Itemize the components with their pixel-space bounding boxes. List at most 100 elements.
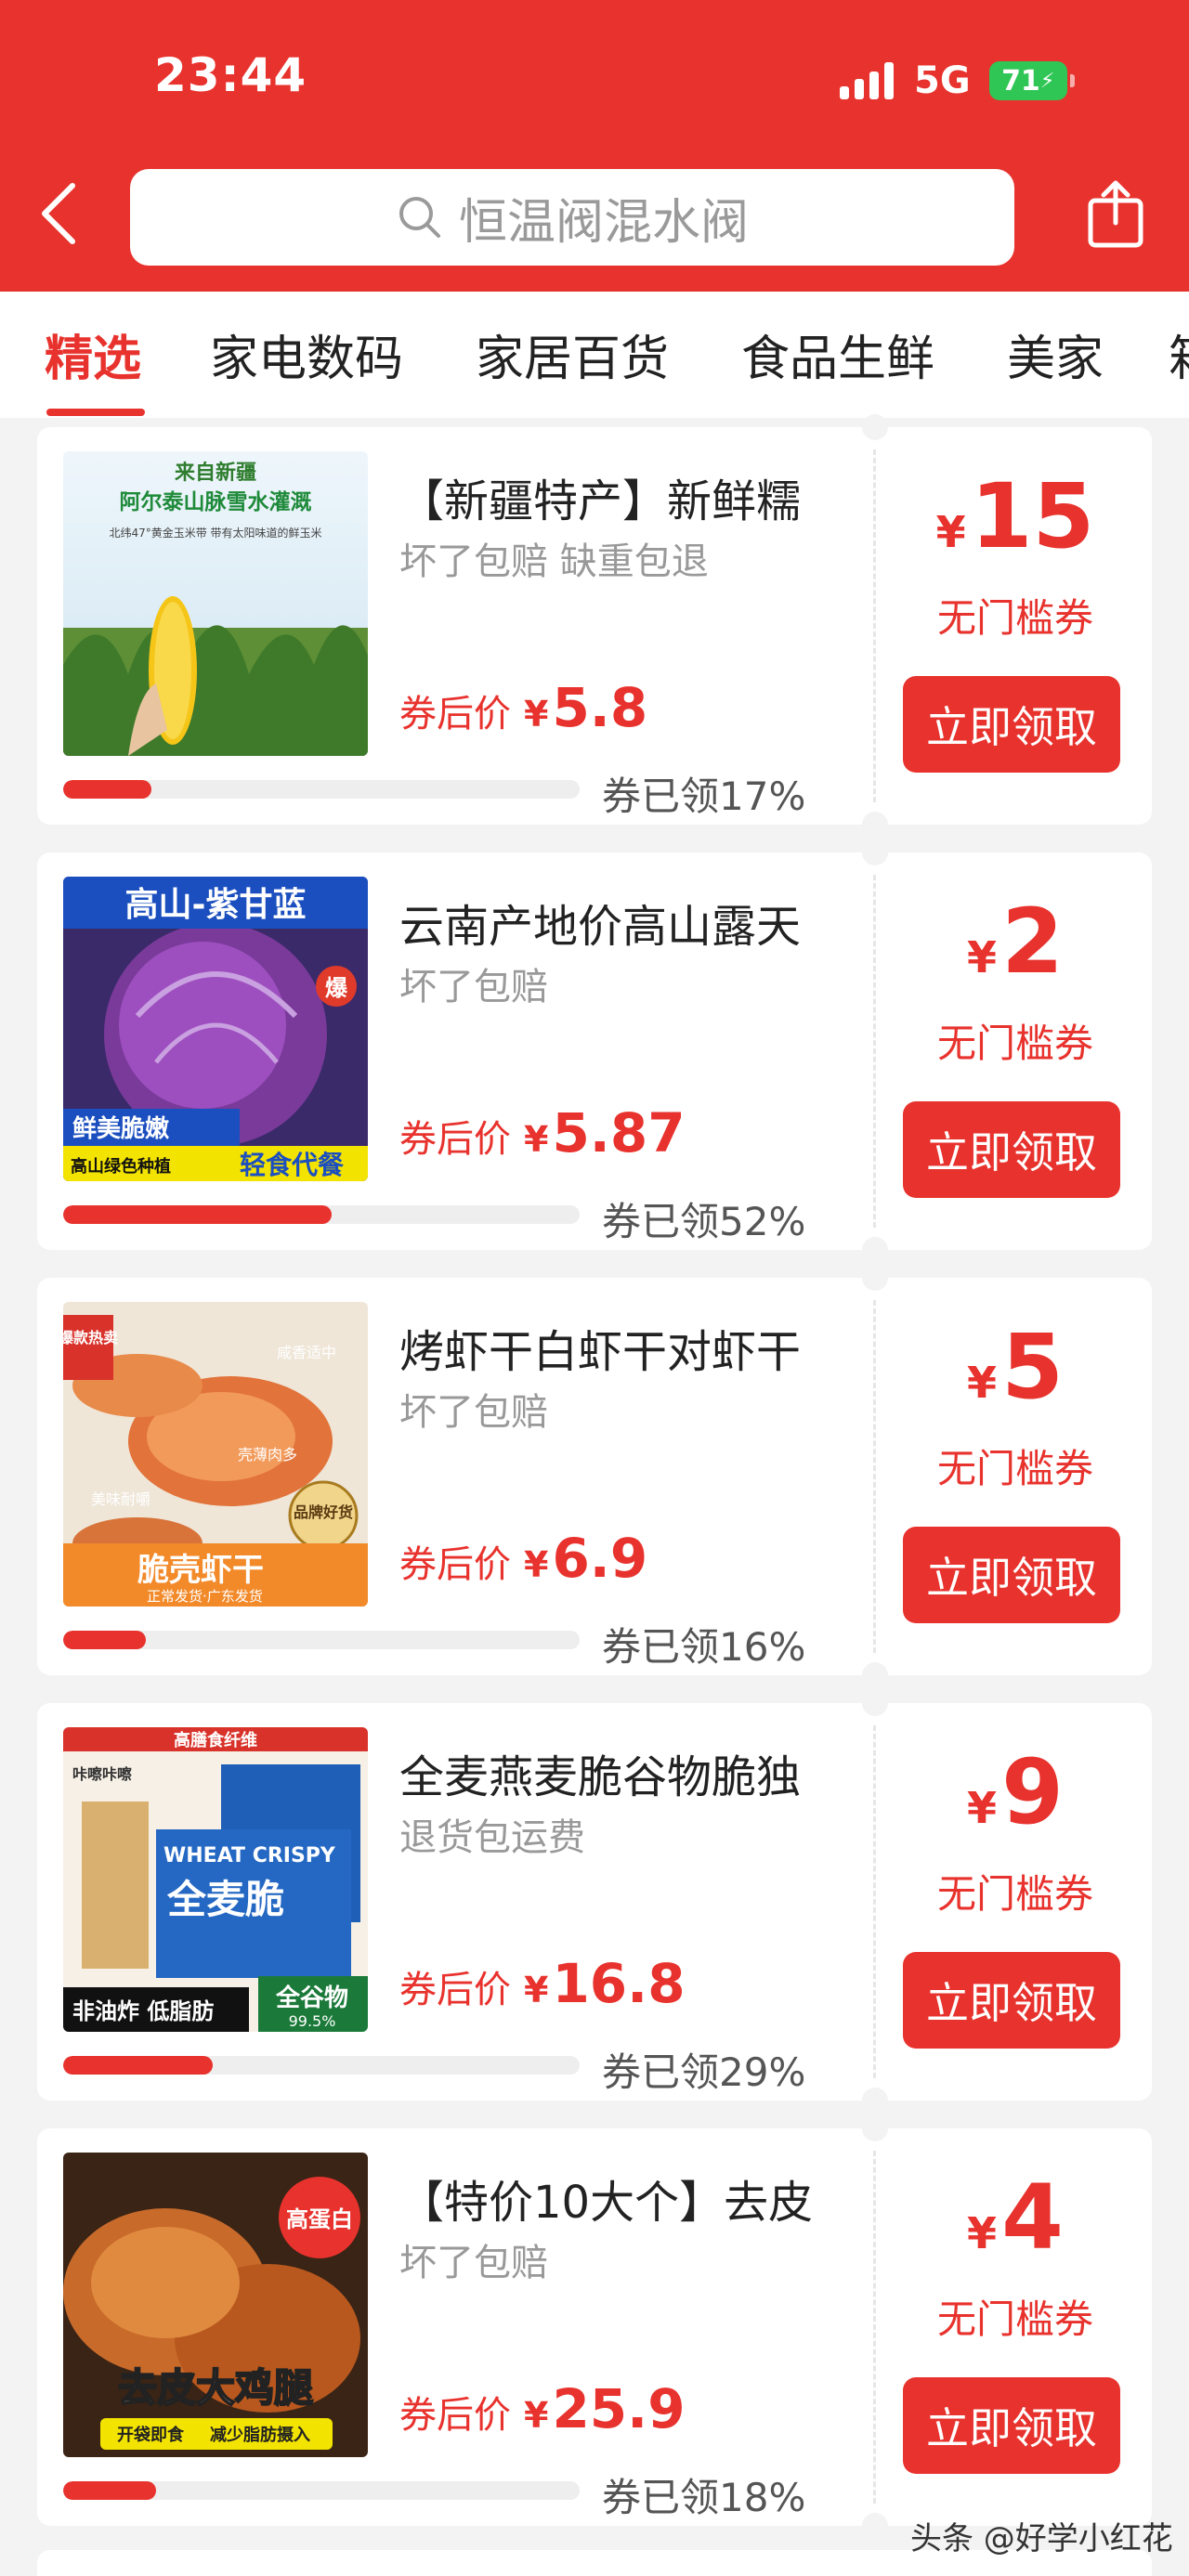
product-card[interactable]: 高膳食纤维 咔嚓咔嚓 WHEAT CRISPY 全麦脆 非油炸 低脂肪 全谷物 … (37, 1690, 1152, 2114)
search-input[interactable]: 恒温阀混水阀 (130, 169, 1014, 266)
price-value: 5.8 (552, 676, 648, 739)
coupon-type: 无门槛券 (936, 2296, 1093, 2342)
tab-electronics[interactable]: 家电数码 (210, 319, 403, 389)
shrimp-name: 脆壳虾干 (137, 1552, 264, 1589)
shrimp-note-salty: 咸香适中 (277, 1344, 336, 1361)
price-label: 券后价 (399, 693, 511, 735)
product-title[interactable]: 【特价10大个】去皮 (399, 2166, 882, 2231)
claim-coupon-button[interactable]: 立即领取 (903, 1952, 1120, 2049)
price-label: 券后价 (399, 1543, 511, 1586)
claimed-percent: 券已领52% (602, 1199, 806, 1244)
corn-image: 来自新疆 阿尔泰山脉雪水灌溉 北纬47°黄金玉米带 带有太阳味道的鲜玉米 (63, 451, 368, 756)
product-title[interactable]: 烤虾干白虾干对虾干 (399, 1315, 882, 1380)
cereal-fiber: 高膳食纤维 (174, 1730, 257, 1750)
top-header: 23:44 5G 71 ⚡ 恒温阀混水阀 (0, 0, 1189, 292)
product-title[interactable]: 云南产地价高山露天 (399, 890, 882, 955)
price-value: 16.8 (552, 1952, 686, 2015)
coupon-divider (873, 2151, 876, 2504)
price-after-coupon: 券后价 ¥ 5.87 (399, 1101, 686, 1164)
tab-partial[interactable]: 箱 (1169, 319, 1189, 389)
product-image[interactable]: 来自新疆 阿尔泰山脉雪水灌溉 北纬47°黄金玉米带 带有太阳味道的鲜玉米 (63, 451, 368, 756)
product-title[interactable]: 全麦燕麦脆谷物脆独 (399, 1740, 882, 1805)
cereal-english: WHEAT CRISPY (163, 1844, 336, 1867)
product-guarantee: 坏了包赔 缺重包退 (399, 540, 709, 583)
corn-tagline: 北纬47°黄金玉米带 带有太阳味道的鲜玉米 (109, 526, 321, 540)
product-image[interactable]: 高膳食纤维 咔嚓咔嚓 WHEAT CRISPY 全麦脆 非油炸 低脂肪 全谷物 … (63, 1727, 368, 2032)
coupon-type: 无门槛券 (936, 1021, 1093, 1066)
product-title[interactable]: 【新疆特产】新鲜糯 (399, 464, 882, 529)
cabbage-hot-badge: 爆 (325, 975, 348, 1001)
tab-featured[interactable]: 精选 (45, 319, 141, 389)
product-card[interactable]: 爆款热卖 咸香适中 壳薄肉多 美味耐嚼 品牌好货 脆壳虾干 正常发货·广东发货 … (37, 1265, 1152, 1688)
cabbage-use: 轻食代餐 (240, 1150, 345, 1180)
shrimp-image: 爆款热卖 咸香适中 壳薄肉多 美味耐嚼 品牌好货 脆壳虾干 正常发货·广东发货 (63, 1302, 368, 1607)
product-card[interactable]: 高蛋白 去皮大鸡腿 开袋即食 减少脂肪摄入 【特价10大个】去皮 坏了包赔 券后… (37, 2115, 1152, 2539)
claim-coupon-button[interactable]: 立即领取 (903, 2377, 1120, 2474)
claim-progress-bar (63, 1631, 580, 1649)
search-query: 恒温阀混水阀 (458, 194, 749, 251)
coupon-amount: ¥ 2 (967, 890, 1064, 994)
signal-icon (840, 62, 894, 99)
cereal-claims: 非油炸 低脂肪 (72, 1998, 214, 2024)
coupon-type: 无门槛券 (936, 1446, 1093, 1491)
price-after-coupon: 券后价 ¥ 5.8 (399, 676, 647, 739)
coupon-amount: ¥ 9 (967, 1740, 1064, 1844)
battery-icon: 71 ⚡ (988, 61, 1075, 100)
price-value: 25.9 (552, 2377, 686, 2440)
coupon-divider (873, 1725, 876, 2078)
coupon-divider (873, 1300, 876, 1653)
coupon-amount: ¥ 4 (967, 2166, 1064, 2270)
claim-progress-bar (63, 2481, 580, 2500)
price-label: 券后价 (399, 1118, 511, 1161)
cabbage-headline: 高山-紫甘蓝 (125, 886, 307, 924)
cabbage-origin: 高山绿色种植 (71, 1156, 171, 1177)
cabbage-image: 高山-紫甘蓝 爆 鲜美脆嫩 高山绿色种植 轻食代餐 (63, 877, 368, 1181)
coupon-type: 无门槛券 (936, 1871, 1093, 1917)
product-guarantee: 坏了包赔 (399, 2242, 548, 2284)
cereal-crunch: 咔嚓咔嚓 (72, 1765, 132, 1783)
product-guarantee: 坏了包赔 (399, 966, 548, 1008)
share-button[interactable] (1085, 176, 1146, 251)
shrimp-shipping: 正常发货·广东发货 (147, 1588, 263, 1605)
chicken-name: 去皮大鸡腿 (118, 2365, 313, 2411)
chicken-protein-badge: 高蛋白 (286, 2206, 353, 2232)
search-icon (399, 197, 440, 238)
coupon-amount: ¥ 5 (967, 1315, 1064, 1419)
currency-symbol: ¥ (524, 694, 549, 735)
price-value: 5.87 (552, 1101, 686, 1164)
product-card[interactable]: 高山-紫甘蓝 爆 鲜美脆嫩 高山绿色种植 轻食代餐 云南产地价高山露天 坏了包赔… (37, 839, 1152, 1263)
battery-level: 71 (1001, 64, 1040, 98)
claim-coupon-button[interactable]: 立即领取 (903, 1527, 1120, 1623)
tab-food[interactable]: 食品生鲜 (741, 319, 934, 389)
product-card[interactable]: 来自新疆 阿尔泰山脉雪水灌溉 北纬47°黄金玉米带 带有太阳味道的鲜玉米 【新疆… (37, 414, 1152, 838)
active-tab-indicator (46, 409, 145, 416)
shrimp-hot-badge: 爆款热卖 (63, 1329, 118, 1347)
cereal-name: 全麦脆 (166, 1877, 284, 1922)
claimed-percent: 券已领18% (602, 2475, 806, 2520)
shrimp-note-meat: 壳薄肉多 (238, 1446, 297, 1464)
chicken-ready: 开袋即食 (117, 2425, 185, 2445)
product-image[interactable]: 爆款热卖 咸香适中 壳薄肉多 美味耐嚼 品牌好货 脆壳虾干 正常发货·广东发货 (63, 1302, 368, 1607)
claim-progress-bar (63, 780, 580, 799)
price-after-coupon: 券后价 ¥ 16.8 (399, 1952, 686, 2015)
cereal-image: 高膳食纤维 咔嚓咔嚓 WHEAT CRISPY 全麦脆 非油炸 低脂肪 全谷物 … (63, 1727, 368, 2032)
category-tabs: 精选 家电数码 家居百货 食品生鲜 美家 箱 (0, 292, 1189, 418)
claim-coupon-button[interactable]: 立即领取 (903, 676, 1120, 773)
product-image[interactable]: 高山-紫甘蓝 爆 鲜美脆嫩 高山绿色种植 轻食代餐 (63, 877, 368, 1181)
share-icon (1088, 180, 1143, 248)
back-button[interactable] (33, 176, 89, 251)
product-image[interactable]: 高蛋白 去皮大鸡腿 开袋即食 减少脂肪摄入 (63, 2153, 368, 2457)
chicken-lowfat: 减少脂肪摄入 (210, 2425, 310, 2445)
price-label: 券后价 (399, 2394, 511, 2437)
price-after-coupon: 券后价 ¥ 25.9 (399, 2377, 686, 2440)
watermark: 头条 @好学小红花 (910, 2520, 1173, 2557)
tab-home[interactable]: 家居百货 (476, 319, 669, 389)
tab-beauty-home[interactable]: 美家 (1007, 319, 1104, 389)
currency-symbol: ¥ (524, 1119, 549, 1160)
claim-coupon-button[interactable]: 立即领取 (903, 1101, 1120, 1198)
cabbage-feature: 鲜美脆嫩 (72, 1114, 170, 1143)
claim-progress-bar (63, 2056, 580, 2075)
coupon-divider (873, 875, 876, 1228)
shrimp-note-chewy: 美味耐嚼 (91, 1490, 150, 1508)
claimed-percent: 券已领17% (602, 774, 806, 819)
